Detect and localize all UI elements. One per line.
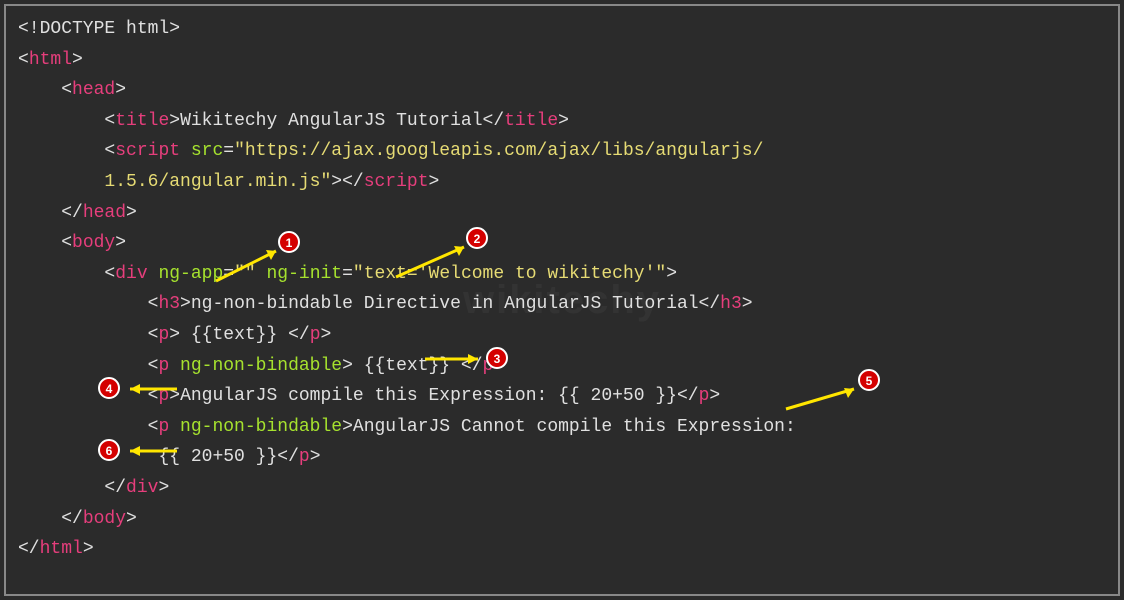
- code-line: </html>: [18, 534, 1106, 565]
- arrow-icon: [122, 442, 182, 460]
- code-line: <h3>ng-non-bindable Directive in Angular…: [18, 289, 1106, 320]
- code-line: <p> {{text}} </p>: [18, 320, 1106, 351]
- annotation-6: 6: [98, 436, 120, 467]
- arrow-icon: [122, 380, 182, 398]
- code-line: 1.5.6/angular.min.js"></script>: [18, 167, 1106, 198]
- arrow-icon: [776, 384, 866, 414]
- code-line: <p ng-non-bindable>AngularJS Cannot comp…: [18, 412, 1106, 443]
- doctype: <!DOCTYPE html>: [18, 19, 180, 39]
- code-line: <script src="https://ajax.googleapis.com…: [18, 136, 1106, 167]
- code-line: <!DOCTYPE html>: [18, 14, 1106, 45]
- annotation-3: 3: [486, 344, 508, 375]
- code-line: </div>: [18, 473, 1106, 504]
- code-block: wikitechy <!DOCTYPE html> <html> <head> …: [4, 4, 1120, 596]
- code-line: <div ng-app="" ng-init="text='Welcome to…: [18, 259, 1106, 290]
- code-line: </body>: [18, 504, 1106, 535]
- arrow-icon: [420, 350, 490, 368]
- arrow-icon: [206, 246, 286, 286]
- annotation-4: 4: [98, 374, 120, 405]
- code-line: <head>: [18, 75, 1106, 106]
- annotation-1: 1: [278, 228, 300, 259]
- arrow-icon: [386, 242, 476, 282]
- code-line: <title>Wikitechy AngularJS Tutorial</tit…: [18, 106, 1106, 137]
- code-line: <html>: [18, 45, 1106, 76]
- code-line: <body>: [18, 228, 1106, 259]
- code-line: <p ng-non-bindable> {{text}} </p>: [18, 351, 1106, 382]
- annotation-5: 5: [858, 366, 880, 397]
- code-line: </head>: [18, 198, 1106, 229]
- annotation-2: 2: [466, 224, 488, 255]
